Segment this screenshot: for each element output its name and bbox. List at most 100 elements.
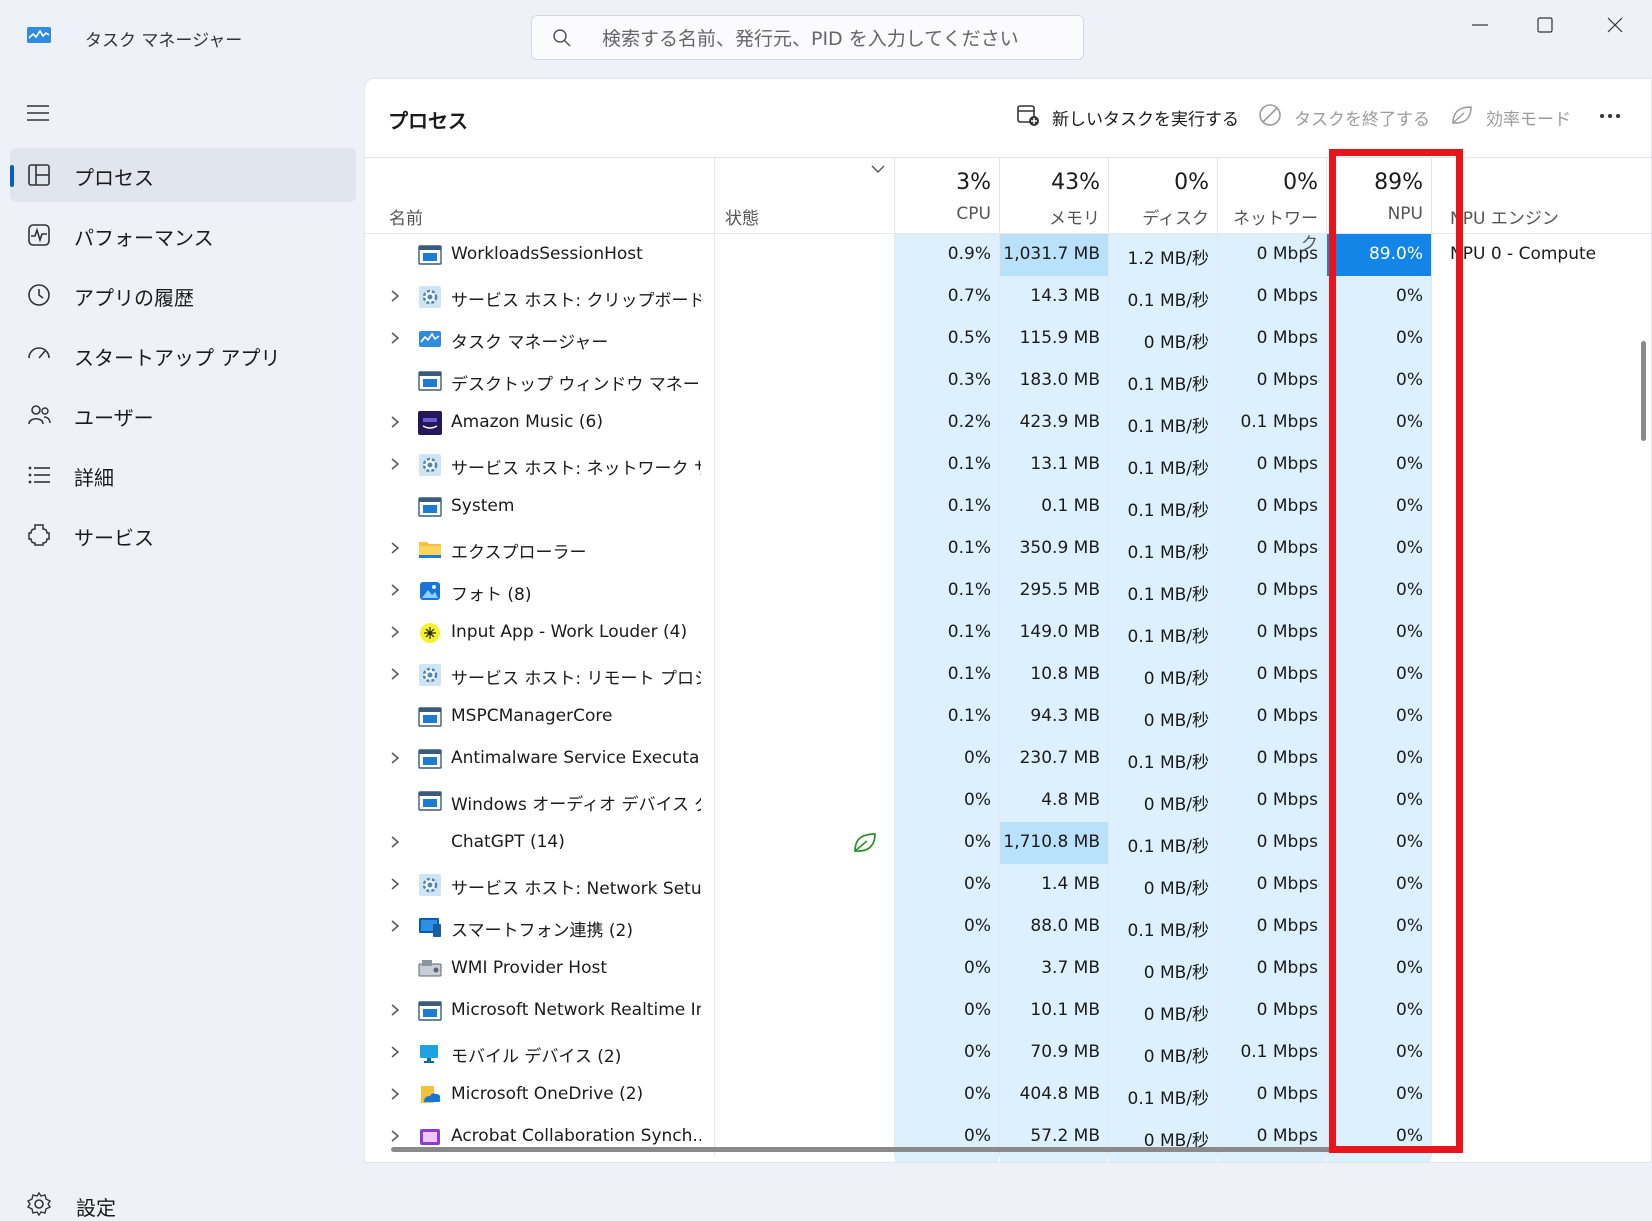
chevron-right-icon[interactable] <box>389 288 401 302</box>
column-header-name[interactable]: 名前 <box>389 204 423 229</box>
chevron-right-icon[interactable] <box>389 330 401 344</box>
process-name: WMI Provider Host <box>451 958 607 978</box>
sidebar-item-details[interactable]: 詳細 <box>10 448 356 502</box>
chevron-right-icon[interactable] <box>389 750 401 764</box>
disk-cell: 0 MB/秒 <box>1143 669 1209 689</box>
process-name: Input App - Work Louder (4) <box>451 622 688 642</box>
memory-label: メモリ <box>1049 209 1100 229</box>
sidebar-item-performance[interactable]: パフォーマンス <box>10 208 356 262</box>
close-button[interactable] <box>1593 10 1637 40</box>
process-name: サービス ホスト: クリップボード ユー... <box>451 291 701 311</box>
taskmgr-icon <box>418 327 442 351</box>
disk-cell: 0 MB/秒 <box>1143 711 1209 731</box>
vertical-scrollbar[interactable] <box>1641 341 1646 441</box>
cpu-cell: 0% <box>964 874 991 894</box>
minimize-button[interactable] <box>1458 10 1502 40</box>
maximize-button[interactable] <box>1523 10 1567 40</box>
cpu-cell: 0% <box>964 1000 991 1020</box>
cpu-cell: 0.1% <box>947 580 991 600</box>
memory-cell: 183.0 MB <box>1019 370 1100 390</box>
chevron-right-icon[interactable] <box>389 1002 401 1016</box>
memory-cell: 423.9 MB <box>1019 412 1100 432</box>
gear-icon <box>26 1191 52 1217</box>
cpu-cell: 0.5% <box>947 328 991 348</box>
efficiency-mode-leaf-icon <box>852 830 878 854</box>
run-new-task-label: 新しいタスクを実行する <box>1052 110 1239 130</box>
chevron-right-icon[interactable] <box>389 666 401 680</box>
memory-cell: 70.9 MB <box>1030 1042 1100 1062</box>
more-options-icon[interactable] <box>1595 101 1625 131</box>
chevron-right-icon[interactable] <box>389 582 401 596</box>
disk-cell: 0.1 MB/秒 <box>1127 459 1210 479</box>
network-cell: 0 Mbps <box>1256 328 1318 348</box>
disk-cell: 0 MB/秒 <box>1143 879 1209 899</box>
blank-icon <box>418 831 442 855</box>
history-icon <box>28 284 50 306</box>
process-name: デスクトップ ウィンドウ マネージャー <box>451 375 701 395</box>
input-app-icon <box>418 621 442 645</box>
process-name: Antimalware Service Executable <box>451 748 701 768</box>
memory-cell: 1.4 MB <box>1041 874 1100 894</box>
chevron-right-icon[interactable] <box>389 456 401 470</box>
memory-cell: 404.8 MB <box>1019 1084 1100 1104</box>
cpu-cell: 0% <box>964 1084 991 1104</box>
horizontal-scrollbar[interactable] <box>391 1147 1441 1152</box>
chevron-right-icon[interactable] <box>389 876 401 890</box>
network-cell: 0 Mbps <box>1256 706 1318 726</box>
disk-cell: 0.1 MB/秒 <box>1127 585 1210 605</box>
network-cell: 0 Mbps <box>1256 1000 1318 1020</box>
network-cell: 0 Mbps <box>1256 370 1318 390</box>
close-icon <box>1607 17 1623 33</box>
chevron-right-icon[interactable] <box>389 1044 401 1058</box>
memory-total: 43% <box>1051 170 1100 195</box>
sidebar-item-app-history[interactable]: アプリの履歴 <box>10 268 356 322</box>
memory-cell: 94.3 MB <box>1030 706 1100 726</box>
search-box[interactable] <box>531 15 1084 60</box>
column-header-status[interactable]: 状態 <box>725 204 759 229</box>
memory-cell: 3.7 MB <box>1041 958 1100 978</box>
memory-cell: 230.7 MB <box>1019 748 1100 768</box>
new-task-icon <box>1017 105 1039 126</box>
memory-cell: 10.1 MB <box>1030 1000 1100 1020</box>
performance-icon <box>28 224 50 246</box>
process-name: Acrobat Collaboration Synch... <box>451 1126 701 1146</box>
memory-cell: 13.1 MB <box>1030 454 1100 474</box>
chevron-right-icon[interactable] <box>389 918 401 932</box>
cpu-cell: 0.1% <box>947 538 991 558</box>
sidebar-item-label: スタートアップ アプリ <box>74 346 281 370</box>
gear-icon <box>418 663 442 687</box>
cpu-cell: 0.9% <box>947 244 991 264</box>
chevron-right-icon[interactable] <box>389 834 401 848</box>
chevron-right-icon[interactable] <box>389 1086 401 1100</box>
memory-cell: 115.9 MB <box>1019 328 1100 348</box>
process-name: MSPCManagerCore <box>451 706 613 726</box>
block-icon <box>1259 104 1281 126</box>
column-header-npu-engine[interactable]: NPU エンジン <box>1450 204 1559 229</box>
network-cell: 0 Mbps <box>1256 1084 1318 1104</box>
process-name: タスク マネージャー <box>451 333 609 353</box>
cpu-cell: 0.7% <box>947 286 991 306</box>
cpu-cell: 0.1% <box>947 454 991 474</box>
disk-cell: 0.1 MB/秒 <box>1127 417 1210 437</box>
phone-link-icon <box>418 915 442 939</box>
chevron-right-icon[interactable] <box>389 1128 401 1142</box>
settings-label: 設定 <box>76 1196 116 1220</box>
disk-cell: 0.1 MB/秒 <box>1127 501 1210 521</box>
mobile-device-icon <box>418 1041 442 1065</box>
network-cell: 0.1 Mbps <box>1240 1042 1318 1062</box>
chevron-right-icon[interactable] <box>389 540 401 554</box>
process-name: System <box>451 496 515 516</box>
memory-cell: 4.8 MB <box>1041 790 1100 810</box>
hamburger-menu-icon[interactable] <box>26 103 50 123</box>
sidebar-item-startup-apps[interactable]: スタートアップ アプリ <box>10 328 356 382</box>
sidebar-item-processes[interactable]: プロセス <box>10 148 356 202</box>
photos-icon <box>418 579 442 603</box>
memory-cell: 149.0 MB <box>1019 622 1100 642</box>
search-input[interactable] <box>600 24 1064 54</box>
memory-cell: 0.1 MB <box>1041 496 1100 516</box>
memory-cell: 295.5 MB <box>1019 580 1100 600</box>
sidebar-item-services[interactable]: サービス <box>10 508 356 562</box>
chevron-right-icon[interactable] <box>389 624 401 638</box>
chevron-right-icon[interactable] <box>389 414 401 428</box>
sidebar-item-users[interactable]: ユーザー <box>10 388 356 442</box>
